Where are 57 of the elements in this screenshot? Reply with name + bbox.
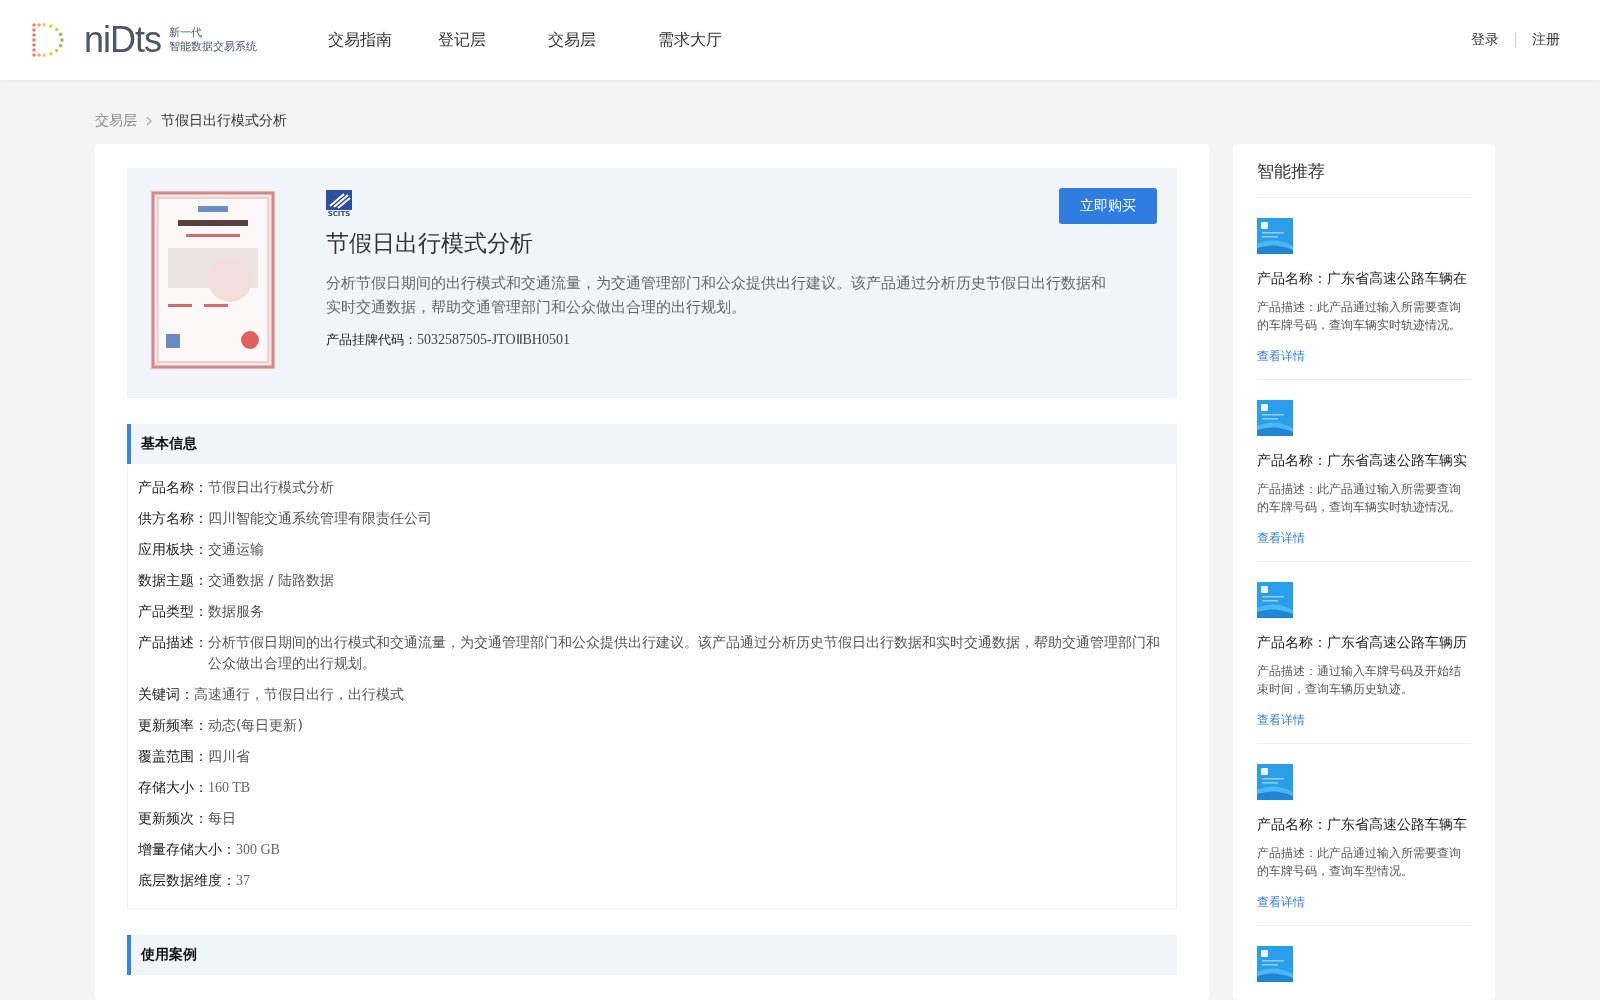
- field-label: 应用板块：: [138, 540, 208, 559]
- chevron-icon: [145, 116, 153, 126]
- nav-link[interactable]: 交易层: [548, 29, 658, 51]
- field-label: 覆盖范围：: [138, 747, 208, 766]
- product-title: 节假日出行模式分析: [326, 229, 534, 258]
- product-name: 产品名称：广东省高速公路车辆在: [1257, 270, 1468, 288]
- field-label: 更新频率：: [138, 716, 208, 735]
- code-label: 产品挂牌代码：: [326, 332, 417, 347]
- section-title: 基本信息: [141, 435, 197, 453]
- field-value: 数据服务: [208, 602, 264, 621]
- breadcrumb-current: 节假日出行模式分析: [161, 112, 287, 130]
- nav-link[interactable]: 交易指南: [328, 29, 438, 51]
- nav-link[interactable]: 登记层: [438, 29, 548, 51]
- field-value: 高速通行，节假日出行，出行模式: [194, 685, 404, 704]
- field-label: 存储大小：: [138, 778, 208, 797]
- code-value: 5032587505-JTOⅡBH0501: [417, 332, 570, 347]
- logo-tagline: 新一代: [169, 26, 204, 40]
- field-value: 160 TB: [208, 779, 251, 797]
- field-value: 37: [236, 872, 250, 890]
- buy-button[interactable]: 立即购买: [1059, 188, 1157, 224]
- product-description: 产品描述：此产品通过输入所需要查询的车牌号码，查询车型情况。: [1257, 845, 1462, 880]
- product-name: 产品名称：广东省高速公路车辆实: [1257, 452, 1468, 470]
- field-value: 300 GB: [236, 841, 280, 859]
- logo-tagline: 智能数据交易系统: [169, 40, 258, 54]
- field-label: 产品类型：: [138, 602, 208, 621]
- field-value: 四川智能交通系统管理有限责任公司: [208, 509, 432, 528]
- field-value: 四川省: [208, 747, 250, 766]
- details-link[interactable]: 查看详情: [1257, 894, 1305, 911]
- field-value: 每日: [208, 809, 236, 828]
- product-name: 产品名称：广东省高速公路车辆车: [1257, 816, 1468, 834]
- details-link[interactable]: 查看详情: [1257, 348, 1305, 365]
- field-label: 供方名称：: [138, 509, 208, 528]
- field-label: 数据主题：: [138, 571, 208, 590]
- product-description: 产品描述：通过输入车牌号码及开始结束时间，查询车辆历史轨迹。: [1257, 663, 1462, 698]
- product-description: 产品描述：此产品通过输入所需要查询的车牌号码，查询车辆实时轨迹情况。: [1257, 299, 1462, 334]
- product-description: 产品描述：此产品通过输入所需要查询的车牌号码，查询车辆实时轨迹情况。: [1257, 481, 1462, 516]
- field-value: 节假日出行模式分析: [208, 478, 334, 497]
- field-label: 增量存储大小：: [138, 840, 236, 859]
- panel-title: 智能推荐: [1257, 144, 1471, 198]
- product-description: 分析节假日期间的出行模式和交通流量，为交通管理部门和公众提供出行建议。该产品通过分析历史节假日出行数据和实时交通数据，帮助交通管理部门和公众做出合理的出行规划。: [326, 273, 1107, 318]
- field-value: 分析节假日期间的出行模式和交通流量，为交通管理部门和公众提供出行建议。该产品通过分析历史节假日出行数据和实时交通数据，帮助交通管理部门和公众做出合理的出行规划。: [208, 633, 1161, 673]
- field-label: 底层数据维度：: [138, 871, 236, 890]
- register-link[interactable]: 注册: [1532, 31, 1560, 49]
- field-label: 关键词：: [138, 685, 194, 704]
- section-title: 使用案例: [141, 946, 197, 964]
- logo-wordmark: niDts: [84, 19, 162, 61]
- field-value: 交通运输: [208, 540, 264, 559]
- field-label: 产品名称：: [138, 478, 208, 497]
- details-link[interactable]: 查看详情: [1257, 712, 1305, 729]
- field-value: 交通数据 / 陆路数据: [208, 571, 334, 590]
- field-label: 产品描述：: [138, 633, 208, 652]
- details-link[interactable]: 查看详情: [1257, 530, 1305, 547]
- field-label: 更新频次：: [138, 809, 208, 828]
- nav-link[interactable]: 需求大厅: [658, 29, 768, 51]
- product-name: 产品名称：广东省高速公路车辆历: [1257, 634, 1468, 652]
- login-link[interactable]: 登录: [1471, 31, 1499, 49]
- field-value: 动态(每日更新): [208, 716, 303, 735]
